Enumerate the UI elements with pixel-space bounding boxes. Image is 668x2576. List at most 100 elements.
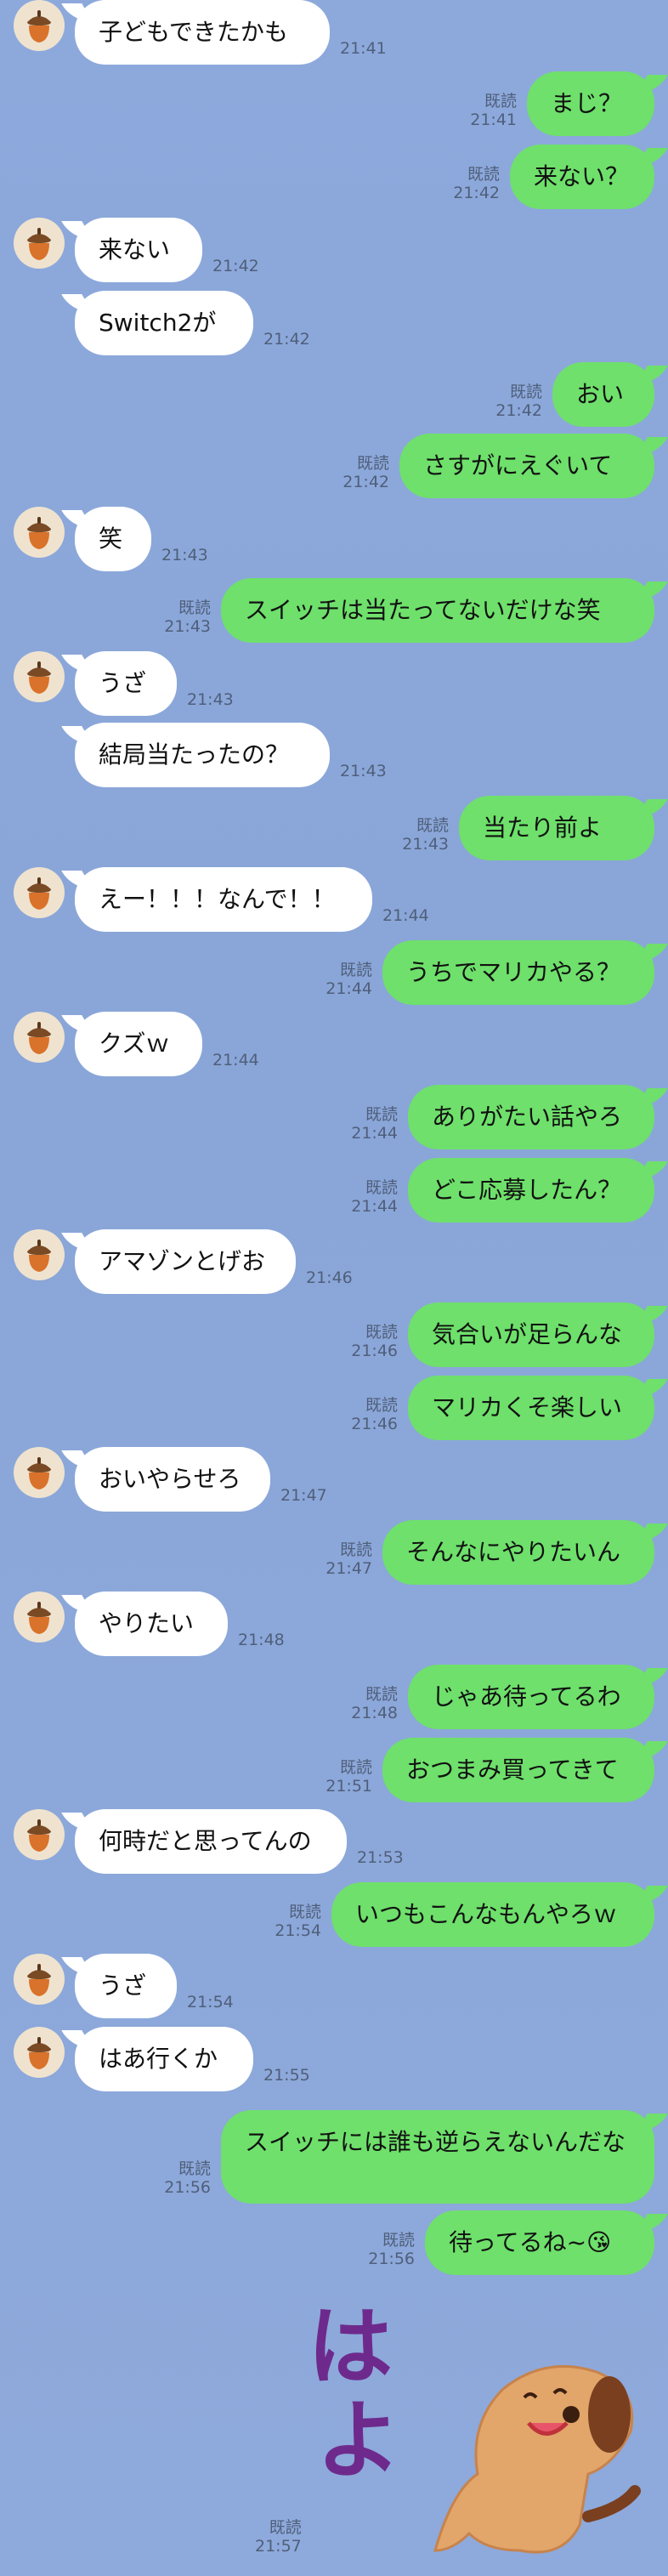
outgoing-message-bubble[interactable]: スイッチには誰も逆らえないんだな: [221, 2110, 654, 2204]
message-row: スイッチは当たってないだけな笑 既読 21:43: [0, 578, 668, 643]
outgoing-message-bubble[interactable]: 来ない？: [510, 145, 654, 209]
message-time: 21:51: [326, 1777, 372, 1796]
read-label: 既読: [178, 2159, 211, 2178]
outgoing-message-bubble[interactable]: いつもこんなもんやろｗ: [331, 1882, 654, 1947]
message-row: 笑 21:43: [0, 507, 668, 571]
message-read-meta: 既読 21:54: [275, 1903, 321, 1940]
acorn-icon: [27, 1964, 51, 1996]
read-label: 既読: [339, 1540, 372, 1559]
message-row: じゃあ待ってるわ 既読 21:48: [0, 1665, 668, 1729]
read-label: 既読: [416, 816, 449, 835]
acorn-icon: [27, 1457, 51, 1489]
avatar[interactable]: [14, 651, 65, 702]
message-read-meta: 既読 21:46: [351, 1323, 398, 1360]
incoming-message-bubble[interactable]: うざ: [75, 1954, 177, 2018]
message-time: 21:46: [351, 1415, 398, 1433]
message-read-meta: 既読 21:56: [164, 2159, 211, 2197]
read-label: 既読: [467, 165, 500, 184]
read-label: 既読: [365, 1323, 398, 1342]
outgoing-message-bubble[interactable]: マリカくそ楽しい: [408, 1376, 654, 1440]
outgoing-message-bubble[interactable]: おい: [552, 362, 654, 427]
message-read-meta: 既読 21:46: [351, 1396, 398, 1433]
read-label: 既読: [484, 92, 517, 111]
outgoing-message-bubble[interactable]: そんなにやりたいん: [382, 1520, 654, 1585]
incoming-message-bubble[interactable]: 何時だと思ってんの: [75, 1809, 347, 1874]
outgoing-message-bubble[interactable]: 気合いが足らんな: [408, 1302, 654, 1367]
sticker-read-meta: 既読 21:57: [255, 2518, 302, 2556]
avatar[interactable]: [14, 1592, 65, 1643]
read-label: 既読: [288, 1903, 321, 1921]
message-row: アマゾンとげお 21:46: [0, 1229, 668, 1294]
read-label: 既読: [509, 383, 542, 401]
outgoing-message-bubble[interactable]: じゃあ待ってるわ: [408, 1665, 654, 1729]
avatar[interactable]: [14, 1447, 65, 1498]
incoming-message-bubble[interactable]: 来ない: [75, 218, 202, 282]
message-time: 21:42: [453, 184, 500, 202]
outgoing-message-bubble[interactable]: おつまみ買ってきて: [382, 1738, 654, 1802]
avatar[interactable]: [14, 2027, 65, 2078]
incoming-message-bubble[interactable]: クズｗ: [75, 1012, 202, 1076]
outgoing-message-bubble[interactable]: 当たり前よ: [459, 796, 654, 860]
incoming-message-bubble[interactable]: アマゾンとげお: [75, 1229, 296, 1294]
message-row: クズｗ 21:44: [0, 1012, 668, 1076]
message-row: 来ない？ 既読 21:42: [0, 145, 668, 209]
message-time: 21:44: [326, 979, 372, 998]
message-row: マリカくそ楽しい 既読 21:46: [0, 1376, 668, 1440]
message-read-meta: 既読 21:51: [326, 1758, 372, 1796]
message-read-meta: 既読 21:43: [402, 816, 449, 854]
incoming-message-bubble[interactable]: 子どもできたかも: [75, 0, 330, 65]
incoming-message-bubble[interactable]: えー！！！なんで！！: [75, 867, 372, 932]
acorn-icon: [27, 1240, 51, 1272]
message-time: 21:56: [164, 2178, 211, 2197]
message-row: おいやらせろ 21:47: [0, 1447, 668, 1512]
message-time: 21:56: [368, 2250, 415, 2268]
message-row: Switch2が 21:42: [0, 291, 668, 355]
incoming-message-bubble[interactable]: おいやらせろ: [75, 1447, 270, 1512]
avatar[interactable]: [14, 1954, 65, 2005]
message-time: 21:42: [212, 257, 259, 275]
outgoing-message-bubble[interactable]: ありがたい話やろ: [408, 1085, 654, 1149]
svg-text:は: は: [308, 2297, 393, 2397]
incoming-message-bubble[interactable]: やりたい: [75, 1592, 228, 1656]
message-row: おい 既読 21:42: [0, 362, 668, 427]
acorn-icon: [27, 2037, 51, 2069]
message-read-meta: 既読 21:44: [351, 1105, 398, 1143]
outgoing-message-bubble[interactable]: どこ応募したん？: [408, 1158, 654, 1223]
message-time: 21:48: [351, 1704, 398, 1722]
message-time: 21:44: [351, 1124, 398, 1143]
acorn-icon: [27, 1819, 51, 1852]
message-read-meta: 既読 21:44: [326, 961, 372, 998]
avatar[interactable]: [14, 1229, 65, 1280]
message-read-meta: 既読 21:41: [470, 92, 517, 129]
message-row: うちでマリカやる？ 既読 21:44: [0, 940, 668, 1005]
message-read-meta: 既読 21:42: [453, 165, 500, 202]
message-row: えー！！！なんで！！ 21:44: [0, 867, 668, 932]
incoming-message-bubble[interactable]: 笑: [75, 507, 151, 571]
message-row: どこ応募したん？ 既読 21:44: [0, 1158, 668, 1223]
message-time: 21:46: [306, 1268, 353, 1287]
outgoing-message-bubble[interactable]: 待ってるね~😘: [425, 2210, 654, 2275]
incoming-message-bubble[interactable]: はあ行くか: [75, 2027, 253, 2091]
read-label: 既読: [365, 1105, 398, 1124]
message-read-meta: 既読 21:48: [351, 1685, 398, 1722]
outgoing-message-bubble[interactable]: スイッチは当たってないだけな笑: [221, 578, 654, 643]
avatar[interactable]: [14, 507, 65, 558]
avatar[interactable]: [14, 867, 65, 918]
outgoing-message-bubble[interactable]: うちでマリカやる？: [382, 940, 654, 1005]
message-time: 21:44: [351, 1197, 398, 1216]
message-time: 21:55: [263, 2066, 310, 2085]
avatar[interactable]: [14, 218, 65, 269]
dog-sticker[interactable]: は よ: [308, 2295, 648, 2567]
incoming-message-bubble[interactable]: Switch2が: [75, 291, 253, 355]
acorn-icon: [27, 228, 51, 260]
message-row: スイッチには誰も逆らえないんだな 既読 21:56: [0, 2110, 668, 2204]
incoming-message-bubble[interactable]: うざ: [75, 651, 177, 716]
incoming-message-bubble[interactable]: 結局当たったの？: [75, 723, 330, 787]
avatar[interactable]: [14, 1809, 65, 1860]
outgoing-message-bubble[interactable]: さすがにえぐいて: [399, 434, 654, 498]
read-label: 既読: [382, 2231, 415, 2250]
outgoing-message-bubble[interactable]: まじ？: [527, 71, 654, 136]
message-row: 当たり前よ 既読 21:43: [0, 796, 668, 860]
avatar[interactable]: [14, 1012, 65, 1063]
avatar[interactable]: [14, 0, 65, 51]
